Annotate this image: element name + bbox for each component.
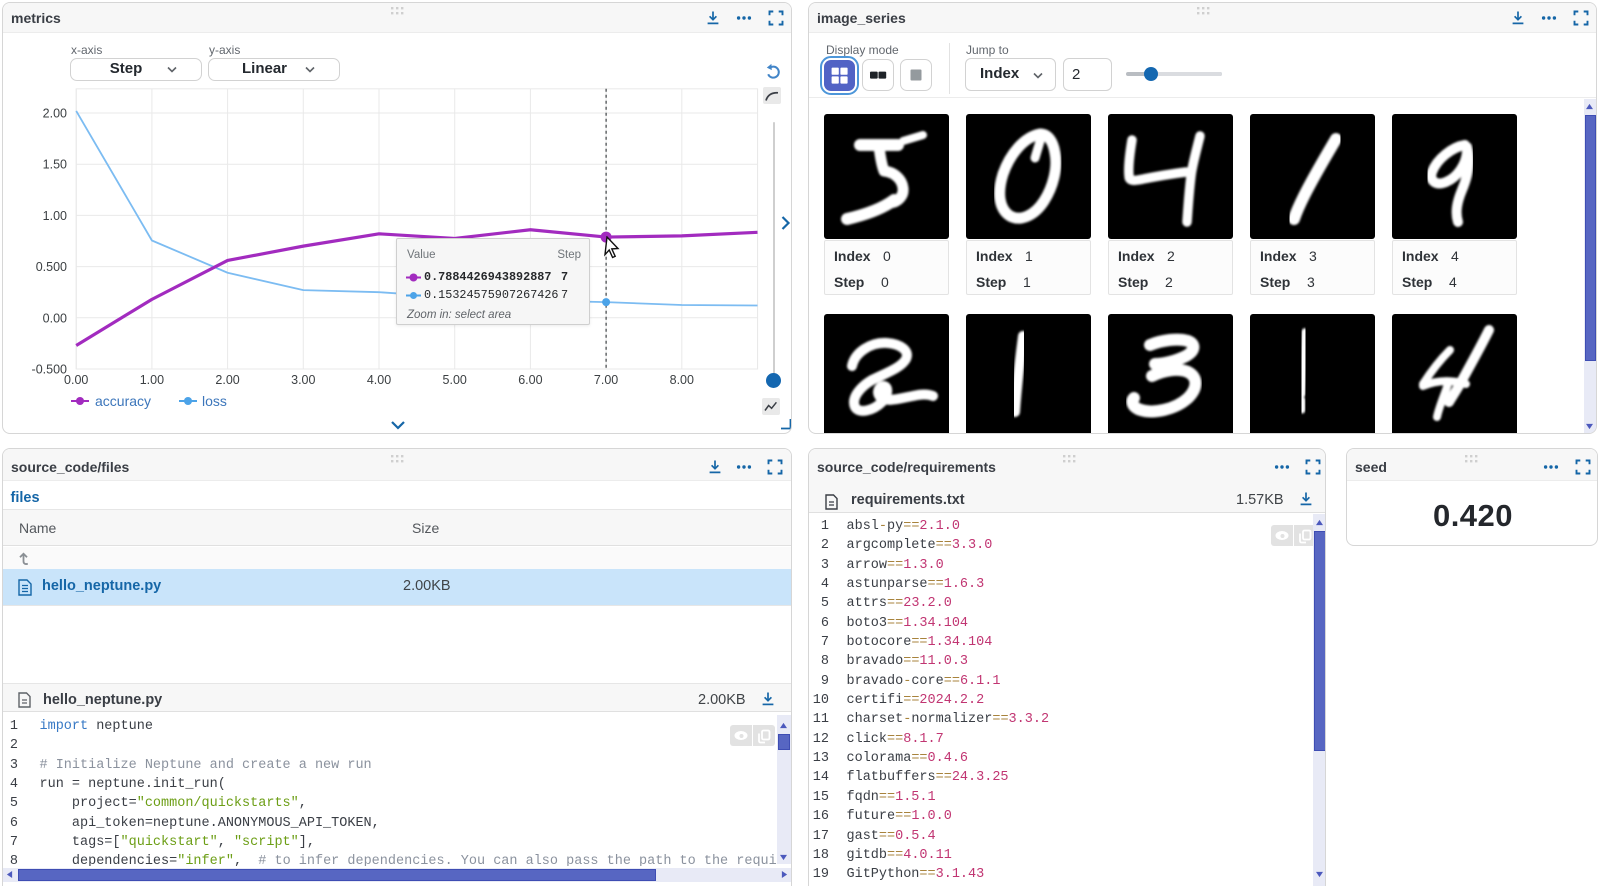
svg-text:-0.500: -0.500 — [32, 363, 67, 377]
svg-text:4.00: 4.00 — [367, 373, 391, 387]
svg-text:1.50: 1.50 — [43, 158, 67, 172]
svg-text:0.500: 0.500 — [36, 260, 67, 274]
svg-text:7.00: 7.00 — [594, 373, 618, 387]
svg-text:5.00: 5.00 — [443, 373, 467, 387]
svg-text:0.00: 0.00 — [64, 373, 88, 387]
svg-text:0.00: 0.00 — [43, 311, 67, 325]
svg-text:1.00: 1.00 — [43, 209, 67, 223]
svg-text:2.00: 2.00 — [215, 373, 239, 387]
svg-text:1.00: 1.00 — [140, 373, 164, 387]
svg-text:8.00: 8.00 — [670, 373, 694, 387]
svg-text:6.00: 6.00 — [518, 373, 542, 387]
svg-text:2.00: 2.00 — [43, 107, 67, 121]
svg-text:3.00: 3.00 — [291, 373, 315, 387]
